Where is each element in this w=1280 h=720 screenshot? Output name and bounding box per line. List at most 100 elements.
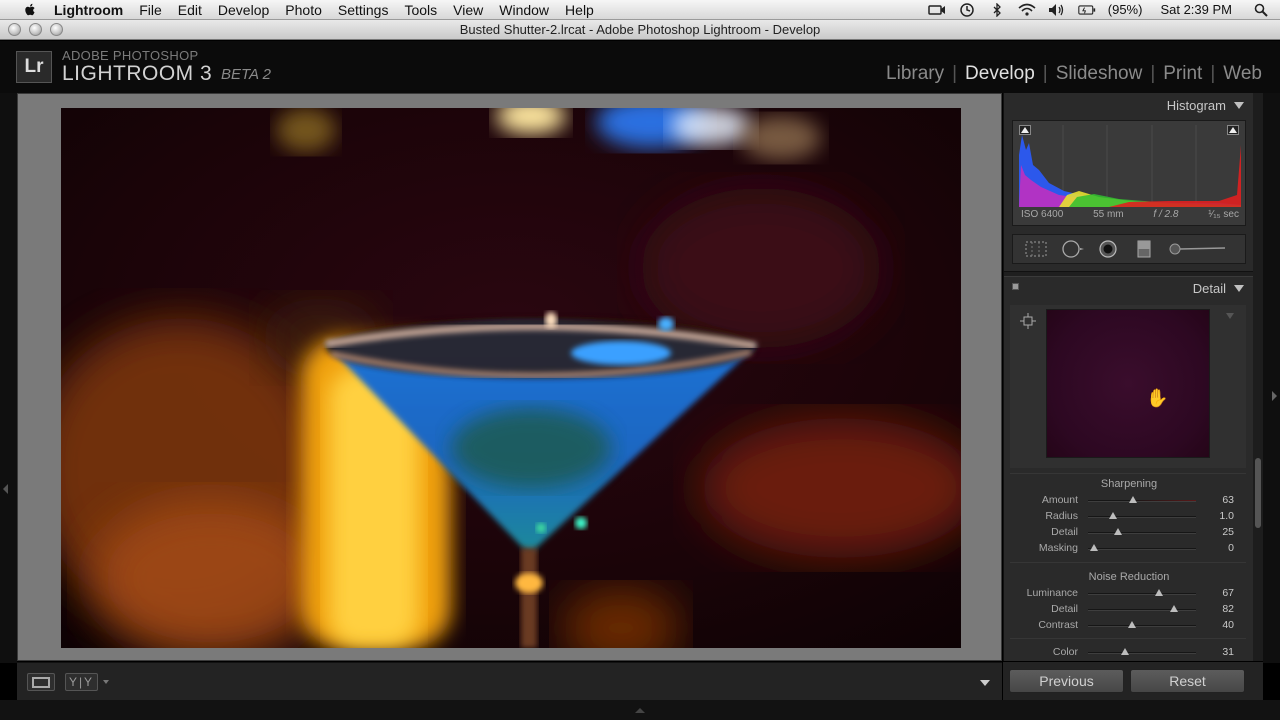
slider-track[interactable] bbox=[1088, 528, 1196, 535]
zoom-window-button[interactable] bbox=[50, 23, 63, 36]
left-panel-toggle-arrow[interactable] bbox=[3, 484, 8, 494]
slider-thumb[interactable] bbox=[1090, 544, 1099, 551]
filmstrip-toggle-arrow[interactable] bbox=[635, 708, 645, 713]
module-print[interactable]: Print bbox=[1157, 63, 1208, 85]
focal-length-value: 55 mm bbox=[1093, 209, 1124, 220]
noise-reduction-title: Noise Reduction bbox=[1088, 571, 1170, 583]
sharpening-amount-slider[interactable]: Amount 63 bbox=[1004, 493, 1253, 509]
sharpening-detail-slider[interactable]: Detail 25 bbox=[1004, 525, 1253, 541]
target-picker-icon[interactable] bbox=[1020, 313, 1036, 329]
clock[interactable]: Sat 2:39 PM bbox=[1160, 2, 1232, 17]
right-panel-edge[interactable] bbox=[1263, 93, 1280, 663]
filmstrip-edge[interactable] bbox=[0, 700, 1280, 720]
slider-value[interactable]: 40 bbox=[1222, 619, 1234, 631]
noise-color-slider[interactable]: Color 31 bbox=[1004, 645, 1253, 661]
sharpening-masking-slider[interactable]: Masking 0 bbox=[1004, 541, 1253, 557]
loupe-view-button[interactable] bbox=[27, 673, 55, 691]
slider-thumb[interactable] bbox=[1120, 648, 1129, 655]
preview-zoom-menu-icon[interactable] bbox=[1226, 313, 1234, 319]
scrollbar-thumb[interactable] bbox=[1255, 458, 1261, 528]
screen-recording-icon[interactable] bbox=[928, 3, 946, 17]
reset-button[interactable]: Reset bbox=[1130, 669, 1245, 693]
before-after-dropdown-icon[interactable] bbox=[103, 680, 109, 684]
slider-track[interactable] bbox=[1088, 605, 1196, 612]
close-window-button[interactable] bbox=[8, 23, 21, 36]
module-library[interactable]: Library bbox=[880, 63, 950, 85]
slider-thumb[interactable] bbox=[1128, 621, 1137, 628]
window-titlebar: Busted Shutter-2.lrcat - Adobe Photoshop… bbox=[0, 20, 1280, 46]
minimize-window-button[interactable] bbox=[29, 23, 42, 36]
detail-zoom-preview[interactable]: ✋ bbox=[1046, 309, 1210, 458]
brand-top-line: ADOBE PHOTOSHOP bbox=[62, 48, 199, 63]
previous-button[interactable]: Previous bbox=[1009, 669, 1124, 693]
mac-menubar: Lightroom File Edit Develop Photo Settin… bbox=[0, 0, 1280, 20]
noise-contrast-slider[interactable]: Contrast 40 bbox=[1004, 618, 1253, 634]
module-develop[interactable]: Develop bbox=[959, 63, 1041, 85]
time-machine-icon[interactable] bbox=[958, 2, 976, 17]
right-panel-scrollbar[interactable] bbox=[1253, 93, 1263, 661]
menu-app-lightroom[interactable]: Lightroom bbox=[48, 2, 131, 18]
histogram-exif-info: ISO 6400 55 mm f / 2.8 ¹⁄₁₅ sec bbox=[1013, 209, 1247, 220]
menu-file[interactable]: File bbox=[131, 2, 170, 18]
noise-luminance-slider[interactable]: Luminance 67 bbox=[1004, 586, 1253, 602]
slider-value[interactable]: 82 bbox=[1222, 603, 1234, 615]
slider-track[interactable] bbox=[1088, 648, 1196, 655]
module-separator: | bbox=[1210, 63, 1216, 84]
image-view[interactable] bbox=[17, 93, 1002, 661]
menu-edit[interactable]: Edit bbox=[170, 2, 210, 18]
slider-thumb[interactable] bbox=[1129, 496, 1138, 503]
slider-track[interactable] bbox=[1088, 589, 1196, 596]
histogram[interactable]: ISO 6400 55 mm f / 2.8 ¹⁄₁₅ sec bbox=[1012, 120, 1246, 226]
slider-value[interactable]: 1.0 bbox=[1219, 510, 1234, 522]
slider-thumb[interactable] bbox=[1108, 512, 1117, 519]
slider-value[interactable]: 67 bbox=[1222, 587, 1234, 599]
module-web[interactable]: Web bbox=[1217, 63, 1268, 85]
aperture-value: f / 2.8 bbox=[1153, 209, 1179, 220]
toolbar-content-menu-icon[interactable] bbox=[980, 680, 990, 686]
spot-removal-tool[interactable] bbox=[1059, 239, 1085, 259]
right-panel-toggle-arrow[interactable] bbox=[1272, 391, 1277, 401]
photo-martini-glass[interactable] bbox=[61, 108, 961, 648]
menu-photo[interactable]: Photo bbox=[277, 2, 330, 18]
adjustment-brush-tool[interactable] bbox=[1167, 239, 1227, 259]
slider-thumb[interactable] bbox=[1170, 605, 1179, 612]
slider-value[interactable]: 31 bbox=[1222, 646, 1234, 658]
before-after-view-button[interactable]: Y|Y bbox=[65, 673, 98, 691]
shadow-clipping-toggle[interactable] bbox=[1019, 125, 1031, 135]
apple-icon[interactable] bbox=[22, 2, 38, 18]
histogram-graph bbox=[1019, 125, 1241, 207]
wifi-icon[interactable] bbox=[1018, 3, 1036, 17]
detail-header[interactable]: Detail bbox=[1004, 277, 1253, 299]
slider-label: Color bbox=[1052, 646, 1078, 658]
slider-value[interactable]: 25 bbox=[1222, 526, 1234, 538]
battery-icon[interactable] bbox=[1078, 3, 1096, 17]
highlight-clipping-toggle[interactable] bbox=[1227, 125, 1239, 135]
bluetooth-icon[interactable] bbox=[988, 2, 1006, 17]
menu-window[interactable]: Window bbox=[491, 2, 557, 18]
slider-track[interactable] bbox=[1088, 621, 1196, 628]
collapse-triangle-icon[interactable] bbox=[1234, 284, 1244, 292]
collapse-triangle-icon[interactable] bbox=[1234, 101, 1244, 109]
noise-detail-slider[interactable]: Detail 82 bbox=[1004, 602, 1253, 618]
slider-value[interactable]: 0 bbox=[1228, 542, 1234, 554]
sharpening-radius-slider[interactable]: Radius 1.0 bbox=[1004, 509, 1253, 525]
menu-develop[interactable]: Develop bbox=[210, 2, 277, 18]
module-slideshow[interactable]: Slideshow bbox=[1050, 63, 1149, 85]
left-panel-edge[interactable] bbox=[0, 93, 17, 663]
slider-track[interactable] bbox=[1088, 512, 1196, 519]
graduated-filter-tool[interactable] bbox=[1131, 239, 1157, 259]
histogram-header[interactable]: Histogram bbox=[1004, 94, 1253, 116]
slider-thumb[interactable] bbox=[1155, 589, 1164, 596]
menu-help[interactable]: Help bbox=[557, 2, 602, 18]
slider-thumb[interactable] bbox=[1114, 528, 1123, 535]
menu-tools[interactable]: Tools bbox=[396, 2, 445, 18]
menu-settings[interactable]: Settings bbox=[330, 2, 397, 18]
crop-overlay-tool[interactable] bbox=[1023, 239, 1049, 259]
slider-track[interactable] bbox=[1088, 496, 1196, 503]
red-eye-tool[interactable] bbox=[1095, 239, 1121, 259]
spotlight-search-icon[interactable] bbox=[1252, 3, 1270, 17]
volume-icon[interactable] bbox=[1048, 3, 1066, 17]
slider-track[interactable] bbox=[1088, 544, 1196, 551]
menu-view[interactable]: View bbox=[445, 2, 491, 18]
slider-value[interactable]: 63 bbox=[1222, 494, 1234, 506]
